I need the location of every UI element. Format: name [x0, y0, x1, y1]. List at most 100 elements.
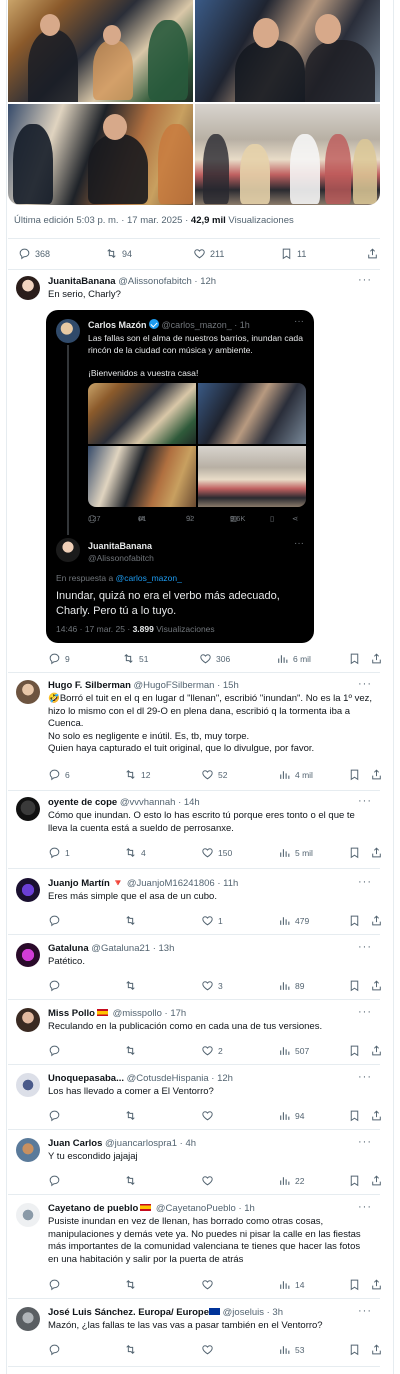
- more-icon[interactable]: ···: [358, 1006, 372, 1018]
- more-icon[interactable]: ···: [358, 274, 372, 286]
- more-icon[interactable]: ···: [358, 941, 372, 953]
- author-name[interactable]: oyente de cope: [48, 797, 117, 808]
- tweet-time[interactable]: · 3h: [267, 1307, 283, 1318]
- like-button[interactable]: [201, 1278, 218, 1291]
- avatar[interactable]: [16, 680, 40, 704]
- views-button[interactable]: 6 mil: [276, 652, 311, 665]
- more-icon[interactable]: ···: [358, 1136, 372, 1148]
- tweet-time[interactable]: · 4h: [180, 1138, 196, 1149]
- tweet-time[interactable]: · 12h: [194, 276, 216, 287]
- bookmark-button[interactable]: [348, 979, 361, 992]
- avatar[interactable]: [16, 943, 40, 967]
- more-icon[interactable]: ···: [358, 1201, 372, 1213]
- like-button[interactable]: 306: [199, 652, 230, 665]
- bookmark-button[interactable]: 11: [280, 247, 306, 260]
- bookmark-button[interactable]: [348, 1174, 361, 1187]
- like-button[interactable]: 211: [193, 247, 224, 260]
- bookmark-button[interactable]: [348, 1109, 361, 1122]
- tweet-photo-grid[interactable]: [8, 0, 380, 205]
- retweet-button[interactable]: 4: [124, 846, 146, 859]
- like-button[interactable]: 52: [201, 768, 227, 781]
- like-button[interactable]: 2: [201, 1044, 223, 1057]
- tweet-time[interactable]: · 14h: [178, 797, 200, 808]
- reply-button[interactable]: [48, 914, 65, 927]
- views-button[interactable]: 89: [278, 979, 304, 992]
- reply-button[interactable]: [48, 1278, 65, 1291]
- bookmark-button[interactable]: [348, 1044, 361, 1057]
- reply-button[interactable]: [48, 1343, 65, 1356]
- tweet-time[interactable]: · 17h: [165, 1008, 187, 1019]
- reply-button[interactable]: [48, 979, 65, 992]
- views-button[interactable]: 22: [278, 1174, 304, 1187]
- like-button[interactable]: [201, 1109, 218, 1122]
- like-button[interactable]: [201, 1343, 218, 1356]
- author-name[interactable]: Juanjo Martín: [48, 878, 110, 889]
- photo-3[interactable]: [8, 103, 193, 205]
- reply-button[interactable]: [48, 1109, 65, 1122]
- tweet-time[interactable]: · 11h: [217, 878, 238, 889]
- retweet-button[interactable]: [124, 1174, 141, 1187]
- views-button[interactable]: 53: [278, 1343, 304, 1356]
- share-button[interactable]: [370, 768, 383, 781]
- retweet-button[interactable]: [124, 1109, 141, 1122]
- retweet-button[interactable]: 51: [122, 652, 148, 665]
- author-handle[interactable]: @Alissonofabitch: [118, 276, 192, 287]
- views-button[interactable]: 507: [278, 1044, 309, 1057]
- more-icon[interactable]: ···: [358, 1305, 372, 1317]
- photo-1[interactable]: [8, 0, 193, 102]
- bookmark-button[interactable]: [348, 652, 361, 665]
- reply-button[interactable]: 1: [48, 846, 70, 859]
- share-button[interactable]: [370, 652, 383, 665]
- author-handle[interactable]: @CotusdeHispania: [127, 1073, 209, 1084]
- photo-4[interactable]: [195, 103, 380, 205]
- retweet-button[interactable]: [124, 914, 141, 927]
- reply-button[interactable]: [48, 1174, 65, 1187]
- photo-2[interactable]: [195, 0, 380, 102]
- like-button[interactable]: 1: [201, 914, 223, 927]
- avatar[interactable]: [16, 878, 40, 902]
- like-button[interactable]: 3: [201, 979, 223, 992]
- more-icon[interactable]: ···: [358, 795, 372, 807]
- author-name[interactable]: Unoquepasaba...: [48, 1073, 124, 1084]
- share-button[interactable]: [370, 1174, 383, 1187]
- retweet-button[interactable]: [124, 1343, 141, 1356]
- share-button[interactable]: [370, 1109, 383, 1122]
- retweet-button[interactable]: 12: [124, 768, 150, 781]
- share-button[interactable]: [370, 1278, 383, 1291]
- views-button[interactable]: 94: [278, 1109, 304, 1122]
- avatar[interactable]: [16, 1138, 40, 1162]
- share-button[interactable]: [366, 247, 379, 260]
- bookmark-button[interactable]: [348, 768, 361, 781]
- avatar[interactable]: [16, 276, 40, 300]
- views-button[interactable]: 4 mil: [278, 768, 313, 781]
- author-handle[interactable]: @joseluis: [223, 1307, 264, 1318]
- tweet-time[interactable]: · 13h: [153, 943, 175, 954]
- bookmark-button[interactable]: [348, 1278, 361, 1291]
- avatar[interactable]: [16, 797, 40, 821]
- retweet-button[interactable]: [124, 1044, 141, 1057]
- share-button[interactable]: [370, 846, 383, 859]
- reply-button[interactable]: 9: [48, 652, 70, 665]
- author-handle[interactable]: @HugoFSilberman: [134, 680, 215, 691]
- author-handle[interactable]: @misspollo: [113, 1008, 162, 1019]
- author-name[interactable]: JuanitaBanana: [48, 276, 116, 287]
- author-name[interactable]: Miss Pollo: [48, 1008, 95, 1019]
- more-icon[interactable]: ···: [358, 1071, 372, 1083]
- reply-button[interactable]: 6: [48, 768, 70, 781]
- views-button[interactable]: 14: [278, 1278, 304, 1291]
- author-name[interactable]: José Luis Sánchez. Europa/ Europe: [48, 1307, 209, 1318]
- embedded-screenshot[interactable]: Carlos Mazón @carlos_mazon_ · 1h ··· Las…: [46, 310, 314, 643]
- author-handle[interactable]: @Gataluna21: [91, 943, 150, 954]
- avatar[interactable]: [16, 1203, 40, 1227]
- views-button[interactable]: 479: [278, 914, 309, 927]
- retweet-button[interactable]: 94: [105, 247, 132, 260]
- bookmark-button[interactable]: [348, 846, 361, 859]
- share-button[interactable]: [370, 979, 383, 992]
- bookmark-button[interactable]: [348, 1343, 361, 1356]
- reply-button[interactable]: [48, 1044, 65, 1057]
- author-name[interactable]: Hugo F. Silberman: [48, 680, 131, 691]
- avatar[interactable]: [16, 1008, 40, 1032]
- edited-prefix[interactable]: Última edición: [14, 215, 74, 226]
- retweet-button[interactable]: [124, 1278, 141, 1291]
- author-handle[interactable]: @JuanjoM16241806: [127, 878, 215, 889]
